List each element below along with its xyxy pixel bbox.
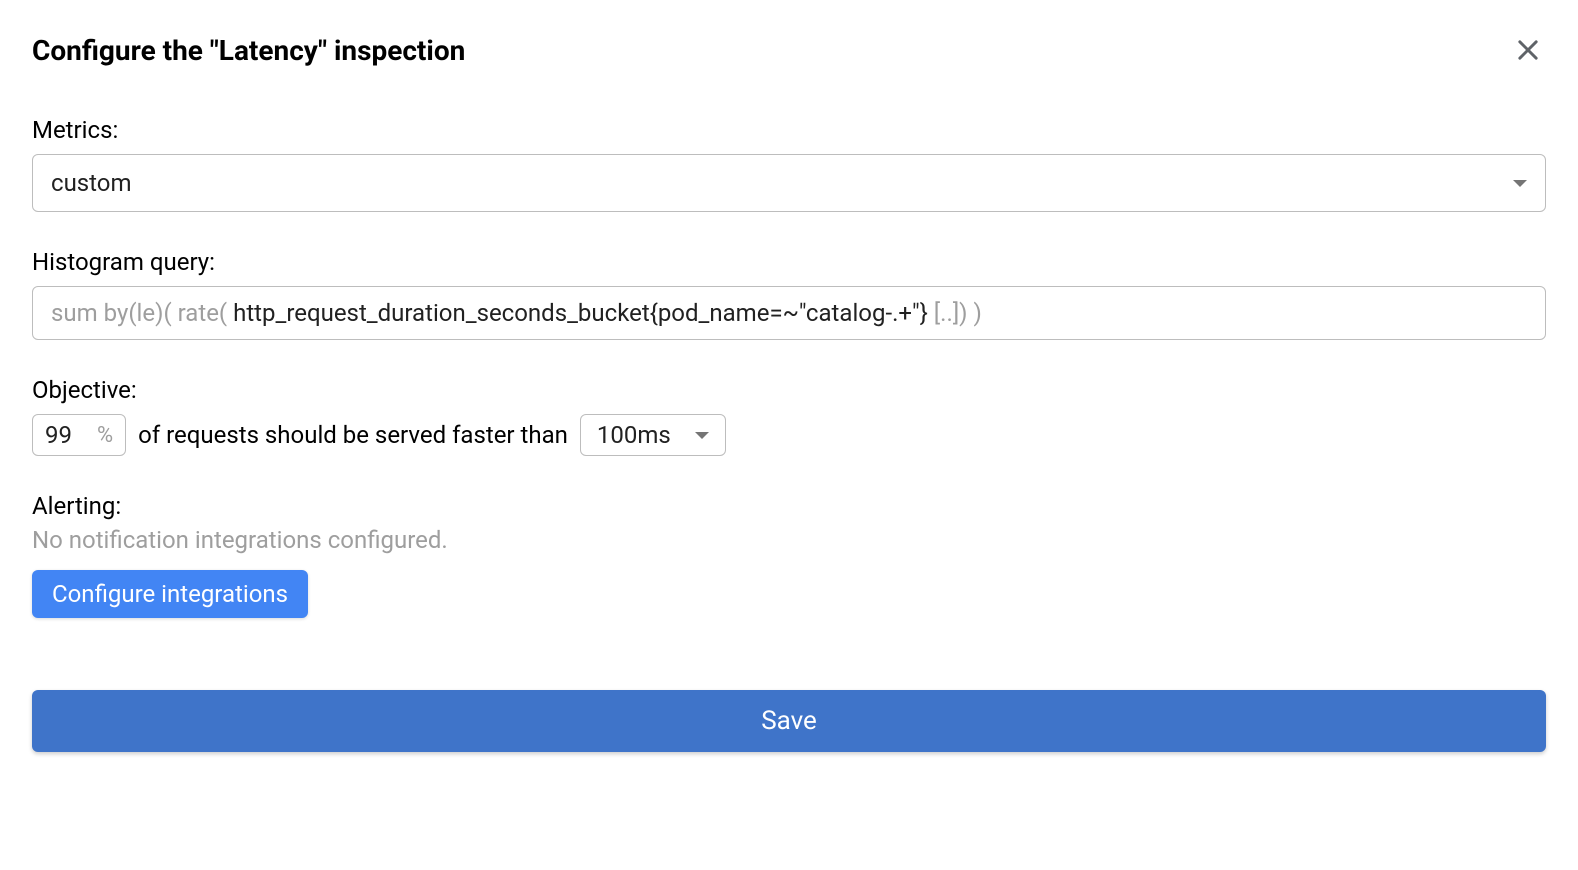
- dialog-header: Configure the "Latency" inspection: [32, 32, 1546, 68]
- close-button[interactable]: [1510, 32, 1546, 68]
- alerting-status: No notification integrations configured.: [32, 526, 1546, 554]
- objective-text: of requests should be served faster than: [138, 421, 568, 449]
- percent-sign: %: [97, 423, 113, 448]
- configure-integrations-button[interactable]: Configure integrations: [32, 570, 308, 618]
- metrics-value: custom: [51, 169, 132, 197]
- threshold-value: 100ms: [597, 421, 671, 449]
- caret-down-icon: [1513, 180, 1527, 187]
- objective-threshold-select[interactable]: 100ms: [580, 414, 726, 456]
- query-main: http_request_duration_seconds_bucket{pod…: [233, 299, 928, 327]
- metrics-label: Metrics:: [32, 116, 1546, 144]
- objective-row: % of requests should be served faster th…: [32, 414, 1546, 456]
- objective-field: Objective: % of requests should be serve…: [32, 376, 1546, 456]
- close-icon: [1514, 36, 1542, 64]
- metrics-select[interactable]: custom: [32, 154, 1546, 212]
- histogram-field: Histogram query: sum by(le)( rate( http_…: [32, 248, 1546, 340]
- query-suffix: [..]) ): [928, 299, 982, 327]
- metrics-field: Metrics: custom: [32, 116, 1546, 212]
- alerting-field: Alerting: No notification integrations c…: [32, 492, 1546, 618]
- caret-down-icon: [695, 432, 709, 439]
- alerting-label: Alerting:: [32, 492, 1546, 520]
- dialog-title: Configure the "Latency" inspection: [32, 34, 465, 67]
- objective-label: Objective:: [32, 376, 1546, 404]
- objective-percent-input[interactable]: [45, 421, 87, 449]
- histogram-query-input[interactable]: sum by(le)( rate( http_request_duration_…: [32, 286, 1546, 340]
- histogram-label: Histogram query:: [32, 248, 1546, 276]
- save-button[interactable]: Save: [32, 690, 1546, 752]
- query-prefix: sum by(le)( rate(: [51, 299, 233, 327]
- objective-percent-wrap: %: [32, 414, 126, 456]
